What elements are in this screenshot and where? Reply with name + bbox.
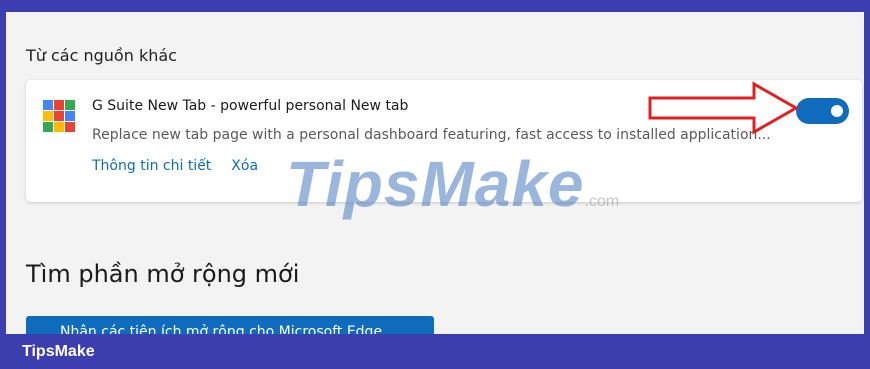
other-sources-label: Từ các nguồn khác	[26, 46, 177, 65]
footer-brand-bar: TipsMake	[0, 334, 870, 369]
remove-link[interactable]: Xóa	[231, 158, 258, 174]
annotation-arrow-icon	[648, 81, 800, 135]
get-extensions-button[interactable]: Nhận các tiện ích mở rộng cho Microsoft …	[26, 316, 434, 334]
extension-links: Thông tin chi tiết Xóa	[92, 158, 258, 174]
details-link[interactable]: Thông tin chi tiết	[92, 158, 211, 174]
footer-brand: TipsMake	[22, 343, 95, 360]
find-new-extensions-heading: Tìm phần mở rộng mới	[26, 260, 300, 288]
extension-title: G Suite New Tab - powerful personal New …	[92, 98, 409, 114]
extensions-page: Từ các nguồn khác G Suite New Tab - powe…	[6, 12, 864, 334]
toggle-knob	[831, 105, 843, 117]
g-suite-grid-icon	[43, 100, 75, 132]
